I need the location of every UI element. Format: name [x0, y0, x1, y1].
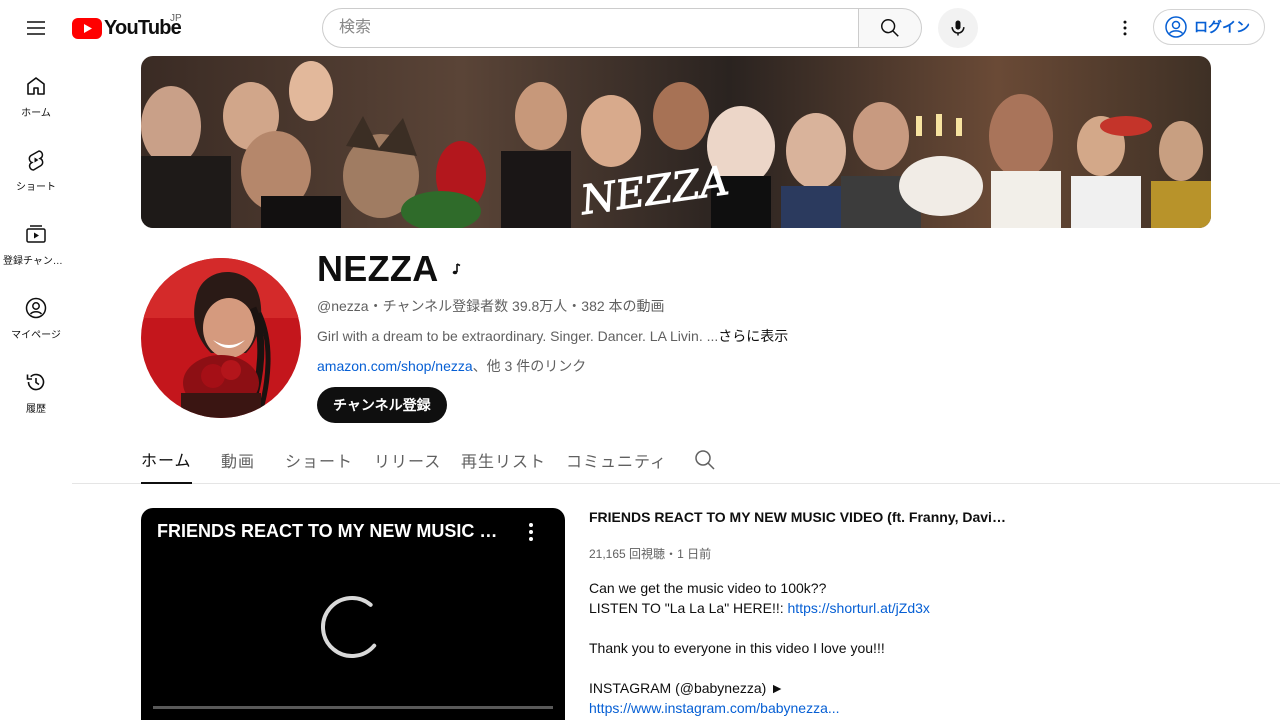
video-player[interactable]: FRIENDS REACT TO MY NEW MUSIC VIDEO (ft.… — [141, 508, 565, 720]
search-icon — [695, 450, 715, 470]
channel-metadata: @nezza・チャンネル登録者数 39.8万人・382 本の動画 — [317, 296, 665, 316]
description-text: Girl with a dream to be extraordinary. S… — [317, 328, 719, 344]
meta-separator: ・ — [368, 298, 383, 314]
video-count: 382 本の動画 — [581, 298, 665, 314]
search-bar — [322, 8, 922, 48]
description-line: INSTAGRAM (@babynezza) ► — [589, 678, 1189, 698]
show-more-link[interactable]: さらに表示 — [718, 328, 788, 344]
tab-home[interactable]: ホーム — [141, 436, 192, 484]
description-text: LISTEN TO "La La La" HERE!!: — [589, 600, 788, 616]
avatar-image — [141, 258, 301, 418]
subscribe-button[interactable]: チャンネル登録 — [317, 387, 447, 423]
shorts-icon — [28, 150, 44, 171]
description-link[interactable]: https://www.instagram.com/babynezza... — [589, 700, 840, 716]
upload-age: 1 日前 — [677, 547, 712, 561]
description-line: Can we get the music video to 100k?? — [589, 578, 1189, 598]
tab-playlists[interactable]: 再生リスト — [461, 436, 546, 484]
region-code: JP — [170, 13, 182, 24]
channel-search-button[interactable] — [693, 448, 717, 472]
history-icon — [26, 373, 45, 391]
description-link[interactable]: https://shorturl.at/jZd3x — [788, 600, 930, 616]
subscriptions-icon — [26, 225, 46, 243]
sidebar-item-shorts[interactable]: ショート — [0, 130, 72, 204]
sidebar: ホーム ショート 登録チャンネル マイページ 履歴 — [0, 56, 72, 426]
login-label: ログイン — [1194, 19, 1250, 35]
voice-search-button[interactable] — [938, 8, 978, 48]
music-note-icon — [452, 263, 460, 275]
search-button[interactable] — [858, 8, 922, 48]
view-count: 21,165 回視聴 — [589, 547, 666, 561]
more-vert-icon — [529, 523, 533, 541]
channel-tabs: ホーム 動画 ショート リリース 再生リスト コミュニティ — [72, 436, 1280, 484]
channel-name: NEZZA — [317, 248, 463, 290]
banner-collage-image: NEZZA — [141, 56, 1211, 228]
subscriber-count: チャンネル登録者数 39.8万人 — [382, 298, 568, 314]
tab-shorts[interactable]: ショート — [285, 436, 353, 484]
description-line — [589, 618, 1189, 638]
description-line — [589, 658, 1189, 678]
channel-name-text: NEZZA — [317, 248, 439, 289]
tab-videos[interactable]: 動画 — [221, 436, 255, 484]
channel-avatar — [141, 258, 301, 418]
channel-handle: @nezza — [317, 298, 369, 314]
meta-separator: ・ — [567, 298, 582, 314]
more-vert-icon — [1123, 20, 1127, 36]
external-link[interactable]: amazon.com/shop/nezza — [317, 358, 473, 374]
youtube-play-icon — [72, 17, 102, 39]
sidebar-item-home[interactable]: ホーム — [0, 56, 72, 130]
tab-community[interactable]: コミュニティ — [566, 436, 667, 484]
sidebar-item-subscriptions[interactable]: 登録チャンネル — [0, 204, 72, 278]
player-title[interactable]: FRIENDS REACT TO MY NEW MUSIC VIDEO (ft.… — [157, 521, 507, 542]
progress-bar[interactable] — [153, 706, 553, 709]
account-icon — [1165, 16, 1187, 38]
sidebar-item-label: ホーム — [21, 108, 51, 119]
sidebar-item-label: ショート — [16, 182, 56, 193]
settings-more-button[interactable] — [1109, 12, 1141, 44]
menu-icon[interactable] — [20, 12, 52, 44]
meta-separator: ・ — [665, 547, 678, 561]
tab-releases[interactable]: リリース — [374, 436, 441, 484]
sidebar-item-you[interactable]: マイページ — [0, 278, 72, 352]
sidebar-item-history[interactable]: 履歴 — [0, 352, 72, 426]
search-icon — [881, 19, 899, 37]
sidebar-item-label: マイページ — [11, 330, 61, 341]
description-line: https://www.instagram.com/babynezza... — [589, 698, 1189, 718]
description-line: LISTEN TO "La La La" HERE!!: https://sho… — [589, 598, 1189, 618]
featured-video-description: Can we get the music video to 100k?? LIS… — [589, 578, 1189, 718]
top-bar: YouTube JP ログイン — [0, 0, 1280, 56]
microphone-icon — [951, 20, 965, 36]
you-icon — [25, 297, 47, 319]
sidebar-item-label: 登録チャンネル — [3, 256, 69, 267]
featured-video-title[interactable]: FRIENDS REACT TO MY NEW MUSIC VIDEO (ft.… — [589, 509, 1009, 525]
search-input[interactable] — [322, 8, 858, 48]
channel-description[interactable]: Girl with a dream to be extraordinary. S… — [317, 326, 788, 346]
player-more-button[interactable] — [519, 520, 543, 544]
youtube-logo[interactable]: YouTube — [72, 16, 182, 40]
featured-video-metadata: 21,165 回視聴・1 日前 — [589, 545, 711, 562]
login-button[interactable]: ログイン — [1153, 9, 1265, 45]
description-text: INSTAGRAM (@babynezza) ► — [589, 680, 785, 696]
sidebar-item-label: 履歴 — [26, 404, 46, 415]
description-text: Thank you to everyone in this video I lo… — [589, 640, 885, 656]
description-text: Can we get the music video to 100k?? — [589, 580, 827, 596]
more-links-label[interactable]: 、他 3 件のリンク — [473, 358, 587, 374]
description-line: Thank you to everyone in this video I lo… — [589, 638, 1189, 658]
home-icon — [27, 77, 45, 95]
channel-links: amazon.com/shop/nezza、他 3 件のリンク — [317, 356, 586, 376]
channel-banner: NEZZA — [141, 56, 1211, 228]
loading-spinner-icon — [321, 596, 377, 658]
